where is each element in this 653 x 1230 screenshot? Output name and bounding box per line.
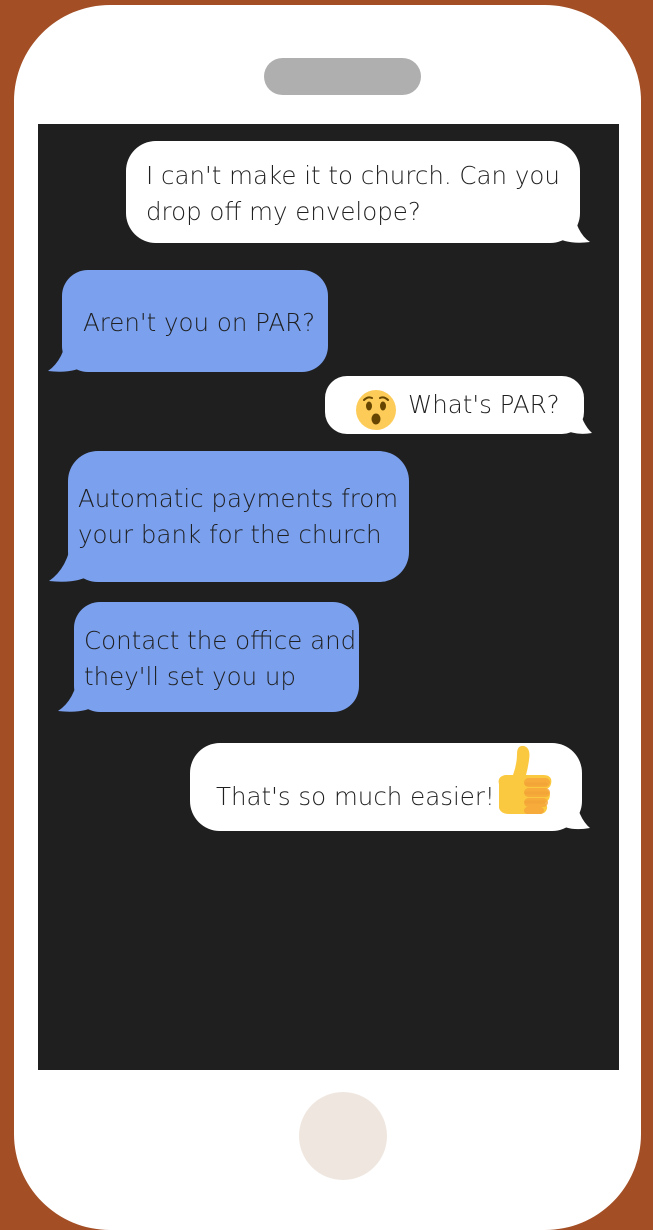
bubble-tail-right	[552, 205, 590, 243]
message-bubble-incoming: Aren't you on PAR?	[62, 270, 328, 372]
phone-speaker	[264, 58, 421, 95]
message-text: I can't make it to church. Can you drop …	[146, 161, 560, 226]
message-bubble-incoming: Automatic payments from your bank for th…	[68, 451, 409, 582]
message-text: Contact the office and they'll set you u…	[84, 626, 357, 691]
message-text: What's PAR?	[408, 390, 560, 419]
thumbs-up-emoji	[498, 745, 552, 814]
hushed-face-emoji	[356, 390, 396, 430]
message-bubble-outgoing: I can't make it to church. Can you drop …	[126, 141, 580, 243]
message-bubble-incoming: Contact the office and they'll set you u…	[74, 602, 359, 712]
bubble-tail-right	[556, 792, 590, 830]
bubble-tail-right	[562, 404, 592, 434]
bubble-tail-left	[48, 332, 88, 372]
chat-screen	[38, 124, 619, 1070]
home-button[interactable]	[299, 1092, 387, 1180]
message-text: Automatic payments from your bank for th…	[78, 484, 399, 549]
message-text: That's so much easier!	[216, 782, 495, 811]
message-text: Aren't you on PAR?	[83, 308, 316, 337]
